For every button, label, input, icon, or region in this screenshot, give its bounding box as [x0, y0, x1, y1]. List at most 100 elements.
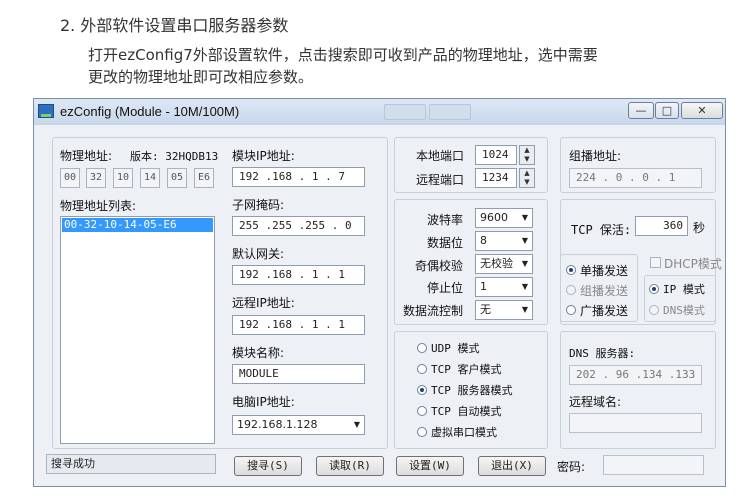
baud-label: 波特率 [427, 213, 464, 227]
chevron-down-icon: ▼ [521, 213, 528, 222]
stopbits-select[interactable]: 1 ▼ [475, 277, 533, 297]
down-arrow-icon[interactable]: ▼ [520, 178, 534, 187]
send-radio-multicast[interactable] [566, 285, 576, 295]
remote-ip-field[interactable]: 192 .168 . 1 . 1 [232, 315, 365, 335]
stopbits-label: 停止位 [427, 281, 464, 295]
mac-part: 14 [140, 168, 160, 188]
keepalive-unit: 秒 [693, 221, 706, 235]
send-label-unicast: 单播发送 [580, 264, 629, 278]
mac-part: 32 [86, 168, 106, 188]
keepalive-field[interactable]: 360 [635, 216, 688, 236]
remote-ip-label: 远程IP地址: [232, 296, 295, 310]
down-arrow-icon[interactable]: ▼ [520, 155, 534, 164]
parity-label: 奇偶校验 [415, 259, 464, 273]
chevron-down-icon: ▼ [521, 236, 528, 245]
baud-value: 9600 [480, 211, 508, 224]
mode-label-udp: UDP 模式 [431, 342, 480, 355]
local-port-spinner[interactable]: ▲ ▼ [519, 145, 535, 165]
set-button[interactable]: 设置(W) [396, 456, 464, 476]
mac-part: 00 [60, 168, 80, 188]
dns-server-label: DNS 服务器: [569, 347, 636, 360]
subnet-mask-label: 子网掩码: [232, 198, 285, 212]
gateway-field[interactable]: 192 .168 . 1 . 1 [232, 265, 365, 285]
up-arrow-icon[interactable]: ▲ [520, 169, 534, 178]
databits-value: 8 [480, 234, 487, 247]
chevron-down-icon: ▼ [521, 259, 528, 268]
mode-radio-tcp-client[interactable] [417, 364, 427, 374]
mac-list-label: 物理地址列表: [60, 199, 137, 213]
module-ip-field[interactable]: 192 .168 . 1 . 7 [232, 167, 365, 187]
ip-mode-label: IP 模式 [663, 283, 705, 296]
read-button[interactable]: 读取(R) [316, 456, 384, 476]
app-icon [38, 104, 54, 118]
multicast-label: 组播地址: [569, 149, 622, 163]
mode-radio-udp[interactable] [417, 343, 427, 353]
mac-part: 10 [113, 168, 133, 188]
mode-label-tcp-server: TCP 服务器模式 [431, 384, 513, 397]
password-field[interactable] [603, 455, 704, 475]
ghost-button [429, 104, 471, 120]
status-box: 搜寻成功 [46, 454, 216, 474]
ezconfig-window: ezConfig (Module - 10M/100M) — □ ✕ 物理地址:… [33, 98, 726, 487]
mode-label-tcp-client: TCP 客户模式 [431, 363, 502, 376]
remote-domain-field[interactable] [569, 413, 702, 433]
mac-part: E6 [194, 168, 214, 188]
remote-port-spinner[interactable]: ▲ ▼ [519, 168, 535, 188]
mac-list-item[interactable]: 00-32-10-14-05-E6 [62, 218, 213, 232]
pc-ip-value: 192.168.1.128 [237, 418, 318, 431]
up-arrow-icon[interactable]: ▲ [520, 146, 534, 155]
search-button[interactable]: 搜寻(S) [234, 456, 302, 476]
window-title: ezConfig (Module - 10M/100M) [60, 104, 240, 119]
dns-server-field[interactable]: 202 . 96 .134 .133 [569, 365, 702, 385]
mac-label: 物理地址: [60, 149, 113, 163]
doc-paragraph-line1: 打开ezConfig7外部设置软件，点击搜索即可收到产品的物理地址，选中需要 [88, 46, 598, 64]
module-name-field[interactable]: MODULE [232, 364, 365, 384]
doc-heading: 2. 外部软件设置串口服务器参数 [60, 16, 289, 35]
pc-ip-select[interactable]: 192.168.1.128 ▼ [232, 415, 365, 435]
chevron-down-icon: ▼ [521, 282, 528, 291]
mode-radio-tcp-auto[interactable] [417, 406, 427, 416]
exit-button[interactable]: 退出(X) [478, 456, 546, 476]
minimize-button[interactable]: — [628, 102, 654, 119]
parity-select[interactable]: 无校验 ▼ [475, 254, 533, 274]
chevron-down-icon: ▼ [521, 305, 528, 314]
flow-control-select[interactable]: 无 ▼ [475, 300, 533, 320]
remote-port-field[interactable]: 1234 [475, 168, 517, 188]
version-label: 版本: 32HQDB13 [130, 150, 219, 163]
dns-mode-radio[interactable] [649, 305, 659, 315]
dhcp-checkbox[interactable] [650, 257, 661, 268]
gateway-label: 默认网关: [232, 247, 285, 261]
databits-select[interactable]: 8 ▼ [475, 231, 533, 251]
remote-port-label: 远程端口 [416, 173, 465, 187]
module-name-label: 模块名称: [232, 346, 285, 360]
local-port-field[interactable]: 1024 [475, 145, 517, 165]
mac-part: 05 [167, 168, 187, 188]
multicast-field[interactable]: 224 . 0 . 0 . 1 [569, 168, 702, 188]
subnet-mask-field[interactable]: 255 .255 .255 . 0 [232, 216, 365, 236]
password-label: 密码: [557, 460, 586, 474]
keepalive-label: TCP 保活: [571, 223, 632, 237]
chevron-down-icon: ▼ [353, 420, 360, 429]
close-button[interactable]: ✕ [681, 102, 723, 119]
doc-paragraph-line2: 更改的物理地址即可改相应参数。 [88, 68, 314, 86]
flow-control-label: 数据流控制 [403, 304, 464, 318]
maximize-button[interactable]: □ [655, 102, 679, 119]
ghost-button [384, 104, 426, 120]
send-label-broadcast: 广播发送 [580, 304, 629, 318]
mode-label-tcp-auto: TCP 自动模式 [431, 405, 502, 418]
baud-select[interactable]: 9600 ▼ [475, 208, 533, 228]
mode-radio-virtual-serial[interactable] [417, 427, 427, 437]
send-radio-unicast[interactable] [566, 265, 576, 275]
dhcp-label: DHCP模式 [664, 257, 722, 271]
pc-ip-label: 电脑IP地址: [232, 395, 295, 409]
databits-label: 数据位 [427, 236, 464, 250]
parity-value: 无校验 [480, 257, 513, 270]
send-radio-broadcast[interactable] [566, 305, 576, 315]
title-bar[interactable]: ezConfig (Module - 10M/100M) — □ ✕ [34, 99, 725, 125]
remote-domain-label: 远程域名: [569, 395, 622, 409]
module-ip-label: 模块IP地址: [232, 149, 295, 163]
mac-list[interactable]: 00-32-10-14-05-E6 [60, 216, 215, 444]
ip-mode-radio[interactable] [649, 284, 659, 294]
mode-radio-tcp-server[interactable] [417, 385, 427, 395]
local-port-label: 本地端口 [416, 149, 465, 163]
